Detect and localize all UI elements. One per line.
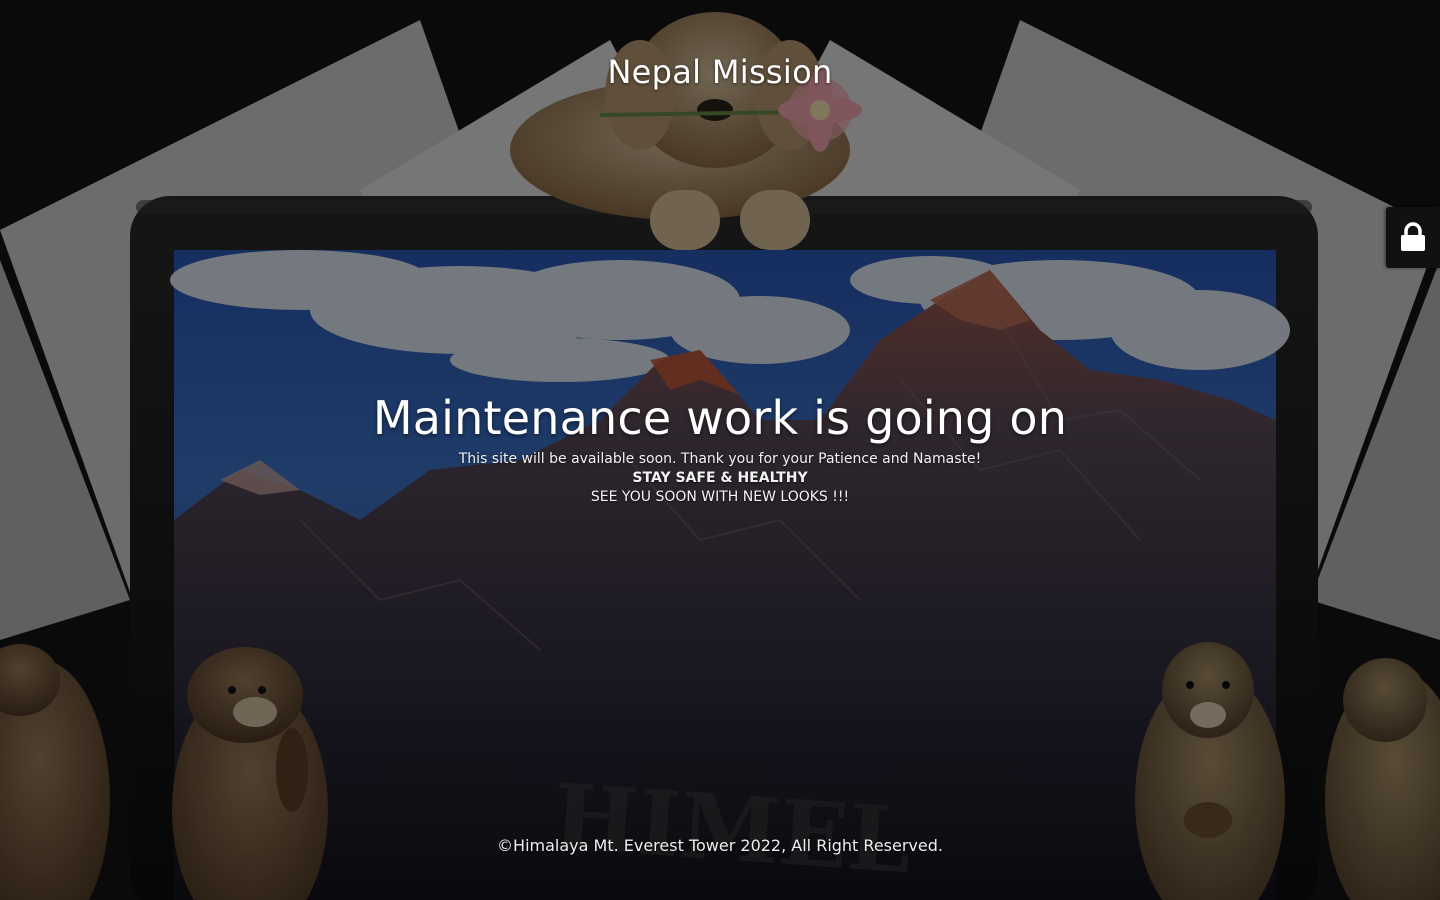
message-line-availability: This site will be available soon. Thank … — [458, 451, 982, 467]
login-button[interactable] — [1386, 207, 1440, 268]
maintenance-message: This site will be available soon. Thank … — [0, 450, 1440, 507]
lock-icon — [1401, 222, 1425, 251]
site-title: Nepal Mission — [607, 53, 833, 91]
message-line-stay-safe: STAY SAFE & HEALTHY — [632, 470, 808, 486]
maintenance-content: Maintenance work is going on This site w… — [0, 388, 1440, 507]
footer-copyright: ©Himalaya Mt. Everest Tower 2022, All Ri… — [497, 836, 943, 855]
maintenance-page: HIMEL Nepal Mission Maintenance work is … — [0, 0, 1440, 900]
message-line-see-you-soon: SEE YOU SOON WITH NEW LOOKS !!! — [590, 489, 850, 505]
maintenance-headline: Maintenance work is going on — [372, 391, 1068, 445]
